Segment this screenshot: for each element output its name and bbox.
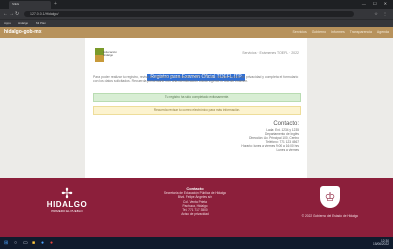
start-icon[interactable]: ⊞	[4, 240, 8, 246]
contact-block: Contacto: Lada: Ext. 1234 y 1235 Departa…	[241, 121, 299, 153]
success-alert: Tu registro ha sido completado exitosame…	[93, 93, 301, 102]
main-card: Educación Hidalgo Servicios · Exámenes T…	[85, 38, 307, 178]
bookmark-item[interactable]: Apps	[4, 21, 11, 25]
reload-icon[interactable]: ↻	[15, 10, 19, 18]
logo-main-text: HIDALGO	[46, 200, 88, 209]
extensions-icon[interactable]: ☆ ⋮	[374, 10, 389, 18]
education-logo: Educación Hidalgo	[95, 48, 125, 64]
nav-item[interactable]: Informes	[331, 30, 345, 34]
clock-date: 15/06/2022	[373, 242, 389, 247]
footer-link[interactable]: Aviso de privacidad	[130, 212, 260, 216]
back-icon[interactable]: ←	[3, 10, 8, 18]
system-tray[interactable]: 12:30 15/06/2022	[373, 239, 389, 247]
footer-contact: Contacto Secretaría de Educación Pública…	[130, 186, 260, 217]
tab-title: SIEG	[12, 2, 20, 6]
address-bar-row: ← → ↻ 127.0.0.1/Hidalgo/ ☆ ⋮	[0, 9, 393, 19]
top-nav: Servicios Gobierno Informes Transparenci…	[289, 30, 390, 34]
url-text: 127.0.0.1/Hidalgo/	[30, 12, 59, 16]
contact-line: Lunes a viernes	[276, 148, 299, 153]
footer-copyright: © 2022 Gobierno del Estado de Hidalgo	[301, 214, 359, 218]
logo-text: Educación Hidalgo	[103, 50, 118, 58]
window-controls[interactable]: — ☐ ✕	[362, 1, 390, 6]
nav-item[interactable]: Transparencia	[350, 30, 372, 34]
breadcrumb: Servicios · Exámenes TOEFL · 2022	[242, 51, 299, 55]
site-brand[interactable]: hidalgo-gob-mx	[4, 29, 42, 35]
site-header: hidalgo-gob-mx Servicios Gobierno Inform…	[0, 27, 393, 38]
site-footer: ✢ HIDALGO PRIMERO EL PUEBLO Contacto Sec…	[0, 178, 393, 237]
bookmark-item[interactable]: Mi Plan	[36, 21, 46, 25]
nav-item[interactable]: Gobierno	[312, 30, 326, 34]
url-field[interactable]: 127.0.0.1/Hidalgo/	[24, 11, 354, 17]
logo-sub-text: PRIMERO EL PUEBLO	[51, 209, 83, 213]
chrome-icon[interactable]: ●	[50, 240, 53, 246]
task-view-icon[interactable]: ▭	[23, 240, 28, 246]
search-icon[interactable]: ○	[14, 240, 17, 246]
new-tab-icon[interactable]: +	[54, 1, 57, 7]
intro-text: Para poder realizar tu registro, revisa …	[93, 75, 299, 84]
nav-item[interactable]: Agenda	[377, 30, 389, 34]
contact-title: Contacto:	[273, 121, 299, 127]
browser-tab-bar: SIEG + — ☐ ✕	[0, 0, 393, 9]
os-taskbar: ⊞ ○ ▭ ■ ● ● 12:30 15/06/2022	[0, 237, 393, 249]
hidalgo-logo: ✢ HIDALGO PRIMERO EL PUEBLO	[42, 186, 92, 226]
forward-icon[interactable]: →	[9, 10, 14, 18]
emblem-icon: ✢	[61, 185, 73, 201]
bookmark-item[interactable]: Hidalgo	[18, 21, 28, 25]
file-explorer-icon[interactable]: ■	[32, 240, 35, 246]
state-seal-icon: ♔	[320, 186, 340, 208]
edge-icon[interactable]: ●	[41, 240, 44, 246]
browser-tab[interactable]: SIEG	[9, 1, 51, 9]
info-alert: Recuerda revisar tu correo electrónico p…	[93, 106, 301, 115]
nav-item[interactable]: Servicios	[293, 30, 307, 34]
footer-seal-block: ♔ © 2022 Gobierno del Estado de Hidalgo	[290, 186, 370, 218]
